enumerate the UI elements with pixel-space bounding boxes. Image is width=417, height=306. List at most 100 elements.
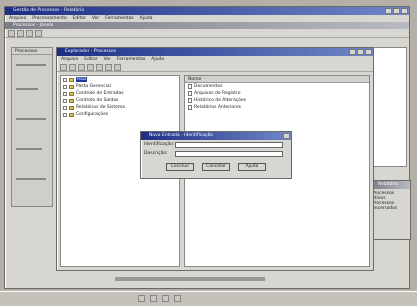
folder-icon: [69, 84, 74, 89]
menu-item-edit[interactable]: Editar: [84, 56, 97, 63]
delete-icon[interactable]: [114, 64, 121, 71]
expand-icon[interactable]: [63, 98, 67, 103]
back-left-form: Processos: [11, 47, 53, 207]
back-window-titlebar[interactable]: Gestão de Processos - Relatório: [5, 7, 409, 15]
back-window-toolbar: [5, 29, 409, 38]
close-button[interactable]: [401, 8, 408, 14]
tree-item-label: Pasta Gerencial: [76, 84, 111, 89]
menu-item-process[interactable]: Processamento: [32, 15, 66, 22]
menu-item-tools[interactable]: Ferramentas: [117, 56, 145, 63]
explorer-title: Explorador - Processos: [65, 49, 117, 54]
field-label: Descrição:: [144, 151, 168, 156]
side-window-title: Relatório: [378, 182, 399, 187]
toolbar-new-icon[interactable]: [8, 30, 15, 37]
close-button[interactable]: [283, 133, 290, 139]
document-icon: [188, 105, 192, 110]
list-item[interactable]: Documentos: [185, 83, 369, 90]
taskbar-icon[interactable]: [138, 295, 145, 302]
side-window-body: Processos ativos Processos encerrados: [370, 189, 410, 213]
menu-item-help[interactable]: Ajuda: [140, 15, 153, 22]
back-window-title: Gestão de Processos - Relatório: [13, 8, 85, 13]
menu-item-file[interactable]: Arquivo: [9, 15, 26, 22]
explorer-titlebar[interactable]: Explorador - Processos: [57, 48, 373, 56]
form-field-placeholder: [16, 64, 46, 66]
menu-item-tools[interactable]: Ferramentas: [105, 15, 133, 22]
entry-dialog: Nova Entrada - Identificação Identificaç…: [140, 131, 292, 179]
forward-icon[interactable]: [69, 64, 76, 71]
list-item-label: Relatórios Anteriores: [194, 105, 242, 110]
taskbar-icon[interactable]: [150, 295, 157, 302]
up-folder-icon[interactable]: [78, 64, 85, 71]
description-input[interactable]: [175, 150, 283, 157]
list-header[interactable]: Nome: [185, 76, 369, 83]
field-label: Identificação:: [144, 142, 175, 147]
tree-item[interactable]: Pasta Gerencial: [61, 83, 179, 90]
document-icon: [188, 91, 192, 96]
close-button[interactable]: [365, 49, 372, 55]
menu-item-edit[interactable]: Editar: [73, 15, 86, 22]
maximize-button[interactable]: [357, 49, 364, 55]
list-item[interactable]: Arquivos de Registro: [185, 90, 369, 97]
tree-item-label: Controle de Entradas: [76, 91, 124, 96]
dialog-titlebar[interactable]: Nova Entrada - Identificação: [141, 132, 291, 140]
form-field-placeholder: [16, 88, 38, 90]
back-window-controls: [385, 8, 408, 14]
tree-item[interactable]: Controle de Saídas: [61, 97, 179, 104]
folder-icon: [69, 112, 74, 117]
expand-icon[interactable]: [63, 105, 67, 110]
list-item[interactable]: Relatórios Anteriores: [185, 104, 369, 111]
list-item[interactable]: Histórico de Alterações: [185, 97, 369, 104]
taskbar-icon[interactable]: [174, 295, 181, 302]
document-icon: [188, 98, 192, 103]
menu-item-view[interactable]: Ver: [104, 56, 111, 63]
help-button[interactable]: Ajuda: [238, 163, 266, 171]
tree-item-label: Raiz: [76, 77, 88, 82]
copy-icon[interactable]: [96, 64, 103, 71]
side-window-line: Processos ativos: [372, 191, 395, 201]
cut-icon[interactable]: [87, 64, 94, 71]
list-item-label: Arquivos de Registro: [194, 91, 241, 96]
back-left-tab[interactable]: Processos: [12, 48, 52, 55]
document-icon: [188, 84, 192, 89]
toolbar-save-icon[interactable]: [26, 30, 33, 37]
explorer-menubar: Arquivo Editar Ver Ferramentas Ajuda: [57, 56, 373, 63]
tree-item[interactable]: Configurações: [61, 111, 179, 118]
paste-icon[interactable]: [105, 64, 112, 71]
cancel-button[interactable]: Cancelar: [202, 163, 230, 171]
expand-icon[interactable]: [63, 77, 67, 82]
minimize-button[interactable]: [385, 8, 392, 14]
back-window-menubar: Arquivo Processamento Editar Ver Ferrame…: [5, 15, 409, 22]
back-window-hscroll[interactable]: [115, 277, 265, 281]
expand-icon[interactable]: [63, 91, 67, 96]
menu-item-file[interactable]: Arquivo: [61, 56, 78, 63]
back-window-subbar: Processos - Janela: [5, 22, 409, 29]
taskbar-icon[interactable]: [162, 295, 169, 302]
identification-input[interactable]: [175, 141, 283, 148]
tree-item[interactable]: Controle de Entradas: [61, 90, 179, 97]
maximize-button[interactable]: [393, 8, 400, 14]
side-window-titlebar[interactable]: Relatório: [370, 181, 410, 189]
tree-item-root[interactable]: Raiz: [61, 76, 179, 83]
dialog-title: Nova Entrada - Identificação: [149, 133, 214, 138]
list-item-label: Documentos: [194, 84, 223, 89]
finish-button[interactable]: Concluir: [166, 163, 194, 171]
folder-icon: [69, 91, 74, 96]
expand-icon[interactable]: [63, 84, 67, 89]
folder-icon: [69, 98, 74, 103]
taskbar: [0, 291, 417, 306]
menu-item-view[interactable]: Ver: [92, 15, 99, 22]
back-icon[interactable]: [60, 64, 67, 71]
minimize-button[interactable]: [349, 49, 356, 55]
tree-item[interactable]: Relatórios de Sistema: [61, 104, 179, 111]
dialog-controls: [283, 133, 290, 139]
tree-item-label: Controle de Saídas: [76, 98, 119, 103]
toolbar-print-icon[interactable]: [35, 30, 42, 37]
folder-icon: [69, 105, 74, 110]
menu-item-help[interactable]: Ajuda: [151, 56, 164, 63]
dialog-field-row: Identificação:: [141, 140, 291, 149]
dialog-field-row: Descrição:: [141, 149, 291, 158]
folder-icon: [69, 77, 74, 82]
expand-icon[interactable]: [63, 112, 67, 117]
toolbar-open-icon[interactable]: [17, 30, 24, 37]
side-window: Relatório Processos ativos Processos enc…: [369, 180, 411, 240]
